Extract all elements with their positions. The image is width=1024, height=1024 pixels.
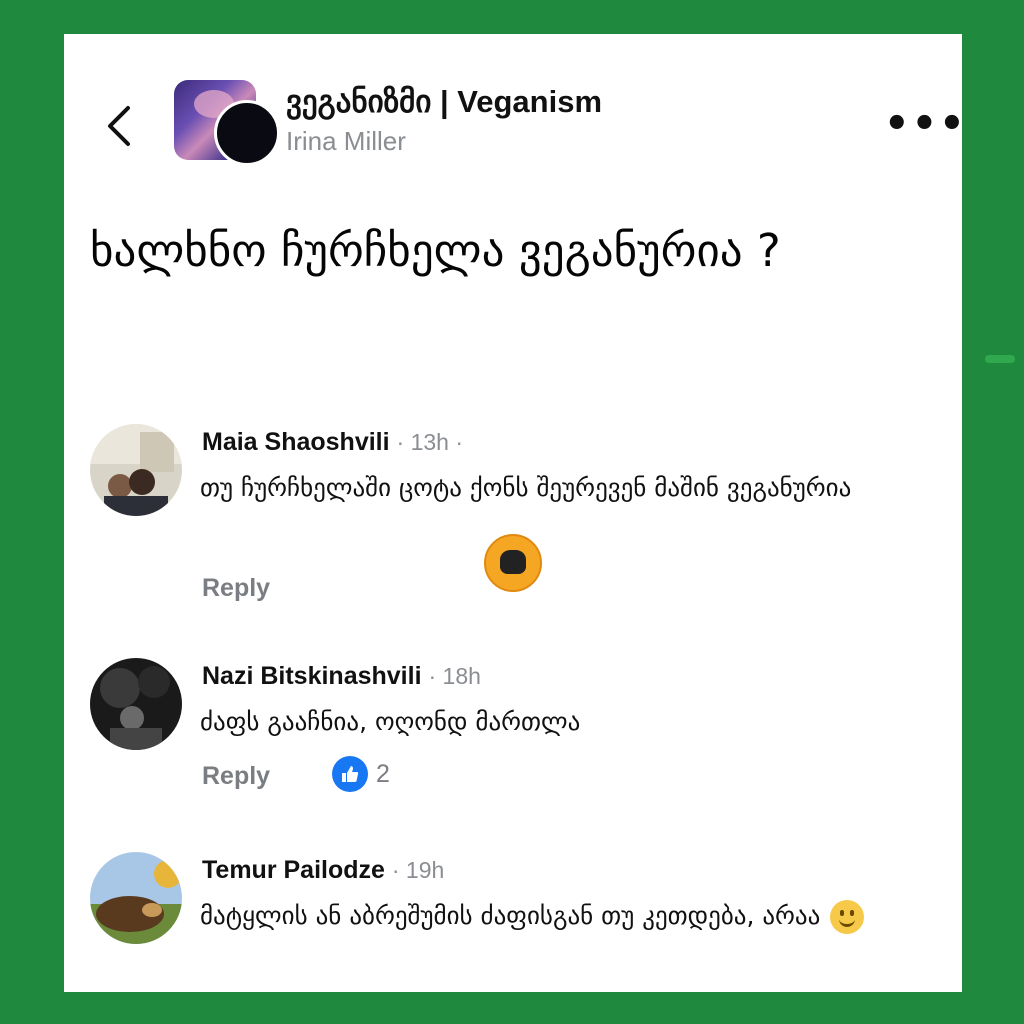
more-horizontal-icon: ••• — [884, 101, 962, 147]
author-name[interactable]: Irina Miller — [286, 126, 406, 157]
commenter-name[interactable]: Maia Shaoshvili · 13h · — [202, 428, 463, 457]
comment-timestamp: · 19h — [391, 857, 445, 883]
commenter-name[interactable]: Nazi Bitskinashvili · 18h — [202, 662, 481, 691]
comment-text: თუ ჩურჩხელაში ცოტა ქონს შეურევენ მაშინ ვ… — [200, 473, 852, 502]
reply-button[interactable]: Reply — [202, 574, 270, 603]
comment-text: ძაფს გააჩნია, ოღონდ მართლა — [200, 707, 581, 736]
commenter-avatar[interactable] — [90, 852, 182, 944]
post-title: ხალხნო ჩურჩხელა ვეგანურია ? — [90, 224, 781, 277]
reaction-count[interactable]: 2 — [332, 756, 390, 792]
comment-timestamp: · 18h — [428, 663, 481, 689]
commenter-avatar[interactable] — [90, 658, 182, 750]
commenter-avatar[interactable] — [90, 424, 182, 516]
comment-text: მატყლის ან აბრეშუმის ძაფისგან თუ კეთდება… — [200, 892, 940, 939]
chevron-left-icon — [108, 106, 130, 146]
thumbs-up-icon — [332, 756, 368, 792]
commenter-name[interactable]: Temur Pailodze · 19h — [202, 856, 444, 885]
commenter-name-text: Temur Pailodze — [202, 856, 385, 884]
watermark-sticker — [484, 534, 542, 592]
comment-text-content: მატყლის ან აბრეშუმის ძაფისგან თუ კეთდება… — [200, 901, 821, 930]
like-count: 2 — [376, 759, 390, 788]
group-name[interactable]: ვეგანიზმი | Veganism — [286, 84, 602, 120]
comment-timestamp: · 13h · — [396, 429, 463, 455]
commenter-name-text: Maia Shaoshvili — [202, 428, 390, 456]
author-avatar[interactable] — [214, 100, 280, 166]
reply-button[interactable]: Reply — [202, 762, 270, 791]
sticker-figure — [500, 550, 526, 574]
frame-edge-mark — [985, 355, 1015, 363]
post-card: ვეგანიზმი | Veganism Irina Miller ••• ხა… — [64, 34, 962, 992]
commenter-name-text: Nazi Bitskinashvili — [202, 662, 422, 690]
back-button[interactable] — [100, 104, 140, 148]
more-options-button[interactable]: ••• — [884, 104, 962, 144]
commenter-photo — [90, 852, 182, 944]
smile-emoji-icon — [830, 900, 865, 934]
commenter-photo — [90, 424, 182, 516]
commenter-photo — [90, 658, 182, 750]
